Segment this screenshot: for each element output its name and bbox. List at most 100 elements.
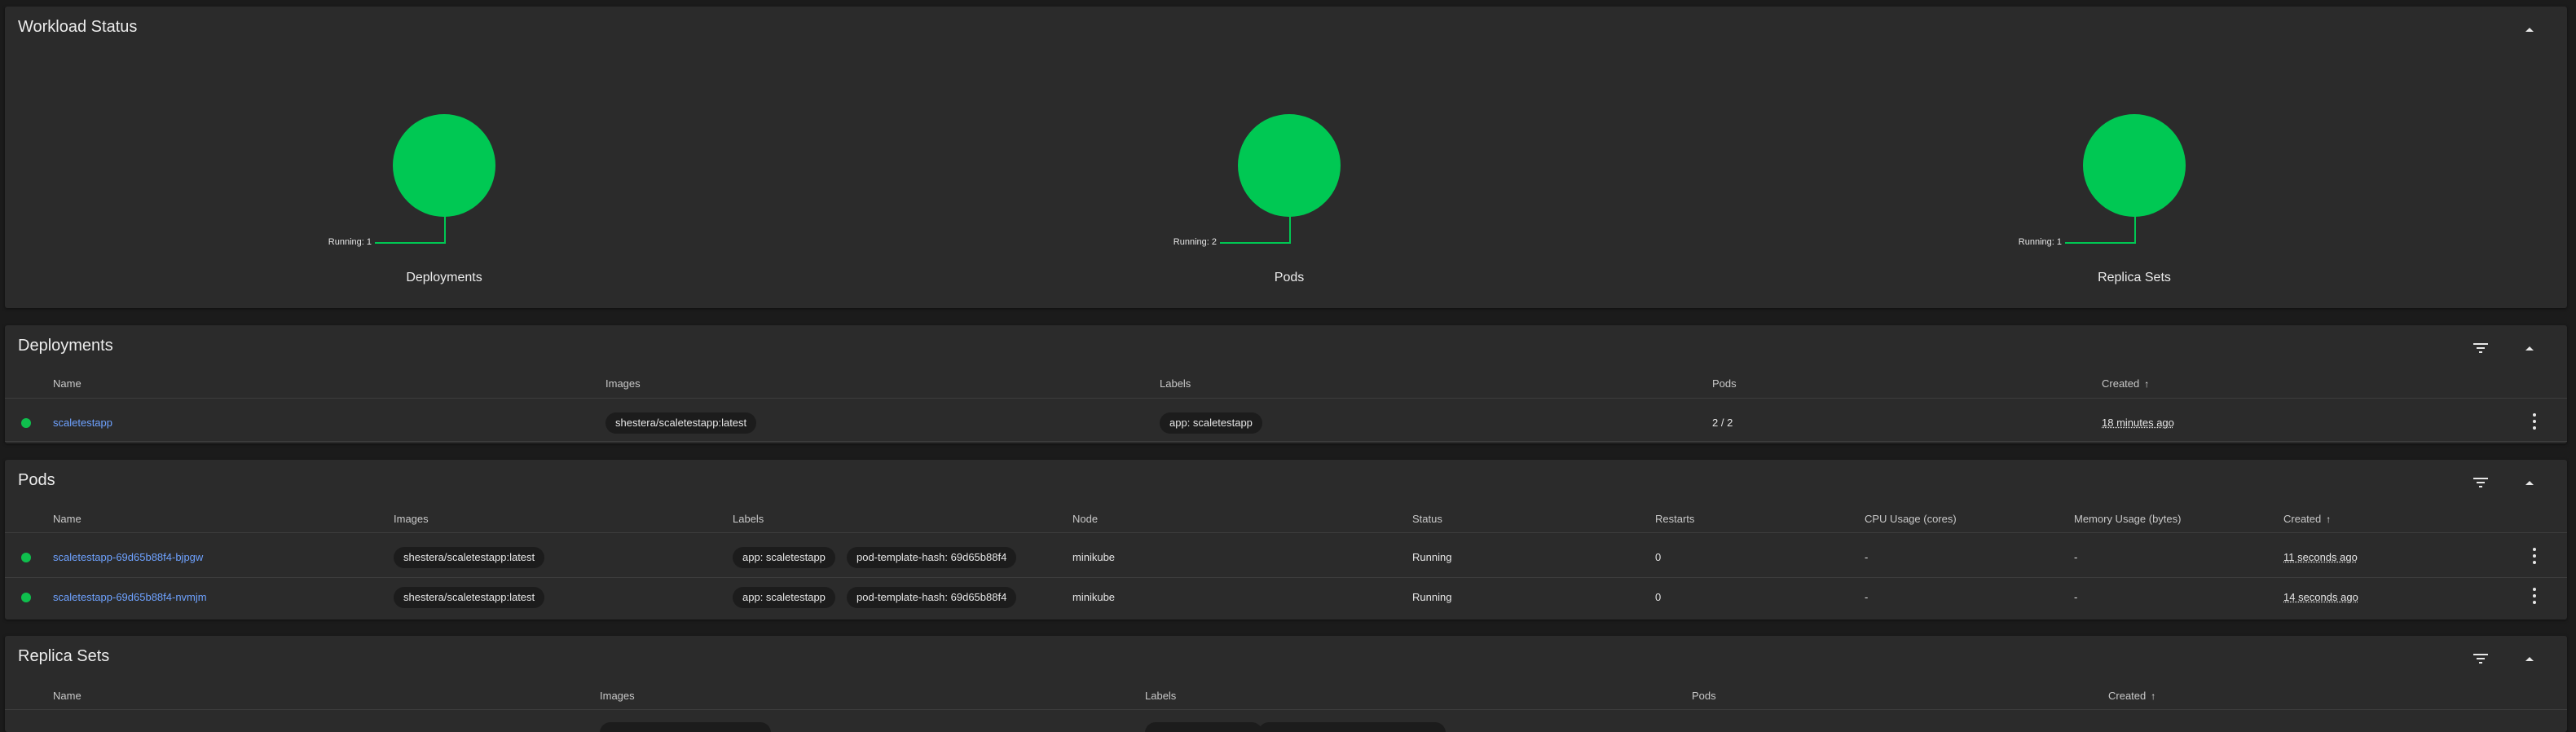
pod-status: Running xyxy=(1412,591,1452,603)
node-name: minikube xyxy=(1072,591,1116,603)
workload-status-title: Workload Status xyxy=(18,18,138,36)
chevron-up-icon[interactable] xyxy=(2521,650,2538,667)
memory-usage: - xyxy=(2074,551,2078,563)
workload-chart-replica-sets: Running: 1 Replica Sets xyxy=(1987,7,2231,308)
image-chip: shestera/scaletestapp:latest xyxy=(394,547,545,568)
cpu-usage: - xyxy=(1865,551,1869,563)
pods-running-circle[interactable] xyxy=(1238,114,1341,217)
leader-line xyxy=(2134,215,2136,243)
column-header-name[interactable]: Name xyxy=(53,690,81,702)
deployments-card: Deployments Name Images Labels Pods Crea… xyxy=(5,325,2567,443)
column-header-memory[interactable]: Memory Usage (bytes) xyxy=(2074,513,2181,525)
divider xyxy=(5,532,2567,533)
deployments-running-circle[interactable] xyxy=(393,114,495,217)
column-header-created[interactable]: Created ↑ xyxy=(2108,690,2155,702)
arrow-up-icon: ↑ xyxy=(2326,514,2332,525)
column-header-created-label: Created xyxy=(2108,690,2147,702)
deployment-name-link[interactable]: scaletestapp xyxy=(53,417,112,429)
pods-count: 2 / 2 xyxy=(1712,417,1733,429)
column-header-labels[interactable]: Labels xyxy=(1145,690,1176,702)
arrow-up-icon: ↑ xyxy=(2144,378,2150,390)
column-header-labels[interactable]: Labels xyxy=(733,513,764,525)
divider xyxy=(5,441,2567,442)
node-name: minikube xyxy=(1072,551,1116,563)
column-header-labels[interactable]: Labels xyxy=(1160,377,1191,390)
column-header-cpu[interactable]: CPU Usage (cores) xyxy=(1865,513,1957,525)
label-chip: app: scaletestapp xyxy=(733,547,835,568)
pod-name-link[interactable]: scaletestapp-69d65b88f4-bjpgw xyxy=(53,551,203,563)
filter-icon[interactable] xyxy=(2473,474,2489,491)
column-header-name[interactable]: Name xyxy=(53,377,81,390)
leader-line xyxy=(1220,242,1291,244)
divider xyxy=(5,709,2567,710)
replica-sets-running-circle[interactable] xyxy=(2083,114,2186,217)
filter-icon[interactable] xyxy=(2473,650,2489,667)
replica-sets-chart-label: Replica Sets xyxy=(2098,271,2171,284)
label-chip: app: scaletestapp xyxy=(733,587,835,608)
leader-line xyxy=(444,215,446,243)
label-chip xyxy=(1145,722,1262,732)
created-time[interactable]: 18 minutes ago xyxy=(2102,417,2174,429)
column-header-created[interactable]: Created ↑ xyxy=(2283,513,2331,525)
column-header-images[interactable]: Images xyxy=(605,377,641,390)
workload-chart-pods: Running: 2 Pods xyxy=(1142,7,1386,308)
column-header-created[interactable]: Created ↑ xyxy=(2102,377,2149,390)
more-vert-icon[interactable] xyxy=(2530,588,2539,604)
image-chip: shestera/scaletestapp:latest xyxy=(394,587,545,608)
column-header-status[interactable]: Status xyxy=(1412,513,1442,525)
pods-chart-label: Pods xyxy=(1274,271,1305,284)
restarts-count: 0 xyxy=(1655,551,1662,563)
column-header-created-label: Created xyxy=(2283,513,2322,525)
divider xyxy=(5,398,2567,399)
deployments-header: Deployments xyxy=(5,325,2567,371)
replica-sets-header: Replica Sets xyxy=(5,636,2567,681)
pods-title: Pods xyxy=(18,471,55,489)
status-running-icon xyxy=(21,553,31,562)
leader-line xyxy=(2065,242,2136,244)
filter-icon[interactable] xyxy=(2473,340,2489,356)
label-chip: pod-template-hash: 69d65b88f4 xyxy=(847,547,1017,568)
column-header-images[interactable]: Images xyxy=(600,690,635,702)
deployments-running-label: Running: 1 xyxy=(328,237,372,247)
column-header-restarts[interactable]: Restarts xyxy=(1655,513,1694,525)
leader-line xyxy=(375,242,446,244)
image-chip xyxy=(600,722,771,732)
status-running-icon xyxy=(21,418,31,428)
status-running-icon xyxy=(21,593,31,602)
created-time[interactable]: 11 seconds ago xyxy=(2283,551,2358,563)
column-header-images[interactable]: Images xyxy=(394,513,429,525)
label-chip: pod-template-hash: 69d65b88f4 xyxy=(847,587,1017,608)
image-chip: shestera/scaletestapp:latest xyxy=(605,412,757,434)
deployments-chart-label: Deployments xyxy=(406,271,482,284)
deployments-title: Deployments xyxy=(18,337,113,355)
label-chip: app: scaletestapp xyxy=(1160,412,1262,434)
chevron-up-icon[interactable] xyxy=(2521,340,2538,356)
pod-status: Running xyxy=(1412,551,1452,563)
restarts-count: 0 xyxy=(1655,591,1662,603)
replica-sets-card: Replica Sets Name Images Labels Pods Cre… xyxy=(5,636,2567,732)
arrow-up-icon: ↑ xyxy=(2151,690,2156,702)
cpu-usage: - xyxy=(1865,591,1869,603)
chevron-up-icon[interactable] xyxy=(2521,21,2538,37)
workload-chart-deployments: Running: 1 Deployments xyxy=(297,7,541,308)
more-vert-icon[interactable] xyxy=(2530,413,2539,430)
pods-card: Pods Name Images Labels Node Status Rest… xyxy=(5,460,2567,620)
divider xyxy=(5,577,2567,578)
replica-sets-running-label: Running: 1 xyxy=(2018,237,2062,247)
more-vert-icon[interactable] xyxy=(2530,548,2539,564)
pods-running-label: Running: 2 xyxy=(1173,237,1217,247)
column-header-name[interactable]: Name xyxy=(53,513,81,525)
replica-sets-title: Replica Sets xyxy=(18,647,110,665)
created-time[interactable]: 14 seconds ago xyxy=(2283,591,2358,603)
column-header-node[interactable]: Node xyxy=(1072,513,1098,525)
pod-name-link[interactable]: scaletestapp-69d65b88f4-nvmjm xyxy=(53,591,207,603)
pods-header: Pods xyxy=(5,460,2567,505)
workload-status-card: Workload Status Running: 1 Deployments R… xyxy=(5,7,2567,308)
chevron-up-icon[interactable] xyxy=(2521,474,2538,491)
memory-usage: - xyxy=(2074,591,2078,603)
column-header-pods[interactable]: Pods xyxy=(1712,377,1737,390)
column-header-pods[interactable]: Pods xyxy=(1692,690,1716,702)
column-header-created-label: Created xyxy=(2102,377,2140,390)
label-chip xyxy=(1258,722,1446,732)
leader-line xyxy=(1289,215,1291,243)
